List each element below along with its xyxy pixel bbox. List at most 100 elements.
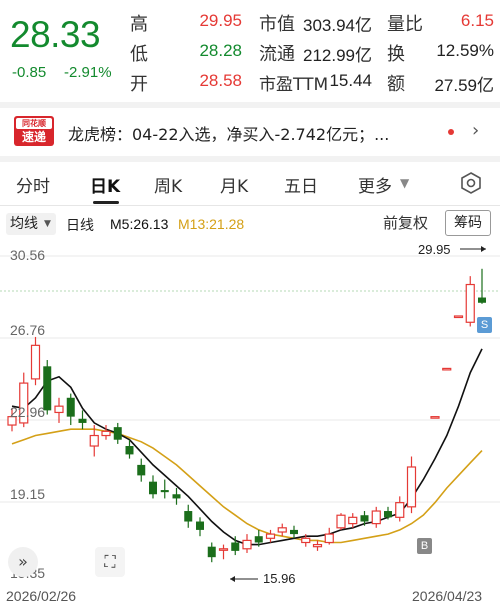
y-tick-label: 30.56 xyxy=(10,247,46,263)
candle-body xyxy=(384,511,392,518)
stat-label-open: 开 xyxy=(130,74,148,95)
candle-body xyxy=(301,537,311,544)
candle xyxy=(453,315,464,319)
chevron-right-icon[interactable]: › xyxy=(472,120,479,141)
news-logo-bottom: 速递 xyxy=(21,130,46,144)
candle xyxy=(336,513,346,530)
candle-body xyxy=(453,315,464,319)
high-annotation: 29.95 xyxy=(418,242,451,257)
candle-body xyxy=(478,297,486,303)
candle-body xyxy=(78,418,87,423)
ma13-value: M13:21.28 xyxy=(178,216,245,232)
candle-body xyxy=(242,539,252,550)
price-change: -0.85 xyxy=(12,64,47,81)
candle xyxy=(406,456,417,514)
candle-body xyxy=(196,521,204,530)
candle-body xyxy=(30,344,41,380)
candle xyxy=(160,479,169,499)
adjust-button[interactable]: 前复权 xyxy=(383,212,428,233)
candle-body xyxy=(265,533,276,539)
x-start-label: 2026/02/26 xyxy=(6,588,77,603)
sell-signal-badge[interactable]: S xyxy=(477,317,492,333)
caret-down-icon: ▼ xyxy=(400,176,410,190)
news-source-logo: 同花顺 速递 xyxy=(14,116,54,146)
stat-label-turnover: 换 xyxy=(387,44,405,65)
candle-body xyxy=(89,434,99,447)
caret-down-icon: ▼ xyxy=(44,219,51,229)
candle-body xyxy=(290,529,298,535)
news-banner[interactable]: 同花顺 速递 龙虎榜：04-22入选，净买入-2.742亿元；... › xyxy=(0,108,500,152)
candle-body xyxy=(254,536,263,543)
candle xyxy=(137,458,146,482)
candle-body xyxy=(442,367,452,371)
period-tabs: 分时 日K 周K 月K 五日 更多 ▼ xyxy=(0,162,500,206)
candle xyxy=(196,517,204,537)
candle-body xyxy=(430,416,440,419)
settings-icon[interactable] xyxy=(460,172,482,194)
stat-label-market-cap: 市值 xyxy=(259,14,295,35)
tab-monthly-k[interactable]: 月K xyxy=(220,172,248,197)
candle-body xyxy=(348,516,358,525)
quote-header: 28.33 -0.85 -2.91% 高 低 开 29.95 28.28 28.… xyxy=(0,0,500,100)
chips-button[interactable]: 筹码 xyxy=(445,210,491,236)
candle xyxy=(265,529,276,543)
candle xyxy=(30,336,41,386)
candle-body xyxy=(207,546,216,558)
tab-intraday[interactable]: 分时 xyxy=(16,172,50,197)
candle xyxy=(184,504,193,528)
candle-body xyxy=(149,481,157,495)
candle xyxy=(218,544,229,560)
stat-label-high: 高 xyxy=(130,14,148,35)
candle xyxy=(78,410,87,430)
candle xyxy=(113,422,122,444)
active-tab-indicator xyxy=(93,201,119,204)
y-tick-label: 19.15 xyxy=(10,486,46,502)
candle xyxy=(312,540,323,551)
candle-body xyxy=(336,514,346,529)
candle xyxy=(442,367,452,371)
news-headline[interactable]: 龙虎榜：04-22入选，净买入-2.742亿元；... xyxy=(68,121,389,145)
x-end-label: 2026/04/23 xyxy=(412,588,483,603)
tab-daily-k[interactable]: 日K xyxy=(90,172,120,197)
tab-more[interactable]: 更多 xyxy=(358,172,392,197)
candle-body xyxy=(371,510,381,525)
stat-label-volume-ratio: 量比 xyxy=(387,14,423,35)
stat-label-amount: 额 xyxy=(387,74,405,95)
last-price: 28.33 xyxy=(10,14,101,55)
candle-body xyxy=(312,543,323,548)
candle xyxy=(290,525,298,539)
candle xyxy=(277,523,287,537)
candle-body xyxy=(218,548,229,551)
candle xyxy=(478,268,486,304)
expand-arrows-icon[interactable]: » xyxy=(8,547,38,577)
kline-chart[interactable]: 30.56 26.76 22.96 19.15 15.35 2026/02/26… xyxy=(0,240,500,603)
candle-body xyxy=(406,466,417,508)
candle-body xyxy=(101,430,111,437)
stat-label-pe: 市盈TTM xyxy=(259,75,329,95)
tab-five-day[interactable]: 五日 xyxy=(284,172,318,197)
candle xyxy=(465,276,475,327)
stat-value-volume-ratio: 6.15 xyxy=(460,11,494,30)
candle xyxy=(395,496,405,522)
buy-signal-badge[interactable]: B xyxy=(417,538,432,554)
y-tick-label: 26.76 xyxy=(10,322,46,338)
fullscreen-icon[interactable]: ⛶ xyxy=(95,547,125,577)
ma-select[interactable]: 均线 ▼ xyxy=(6,213,56,235)
stat-value-high: 29.95 xyxy=(199,11,242,30)
tab-weekly-k[interactable]: 周K xyxy=(154,172,182,197)
unread-dot-icon xyxy=(448,129,454,135)
candle-body xyxy=(395,502,405,518)
candle-body xyxy=(277,527,287,533)
candle xyxy=(149,475,157,499)
candle-body xyxy=(125,446,134,455)
candle-body xyxy=(324,533,334,544)
candle xyxy=(207,542,216,563)
stat-value-amount: 27.59亿 xyxy=(434,76,494,95)
ma-select-label: 均线 xyxy=(10,216,38,232)
candle xyxy=(242,534,252,553)
stat-label-float-cap: 流通 xyxy=(259,44,295,65)
stat-value-low: 28.28 xyxy=(199,41,242,60)
low-annotation: 15.96 xyxy=(263,571,296,586)
high-arrow-head xyxy=(481,246,486,252)
stat-label-low: 低 xyxy=(130,44,148,65)
